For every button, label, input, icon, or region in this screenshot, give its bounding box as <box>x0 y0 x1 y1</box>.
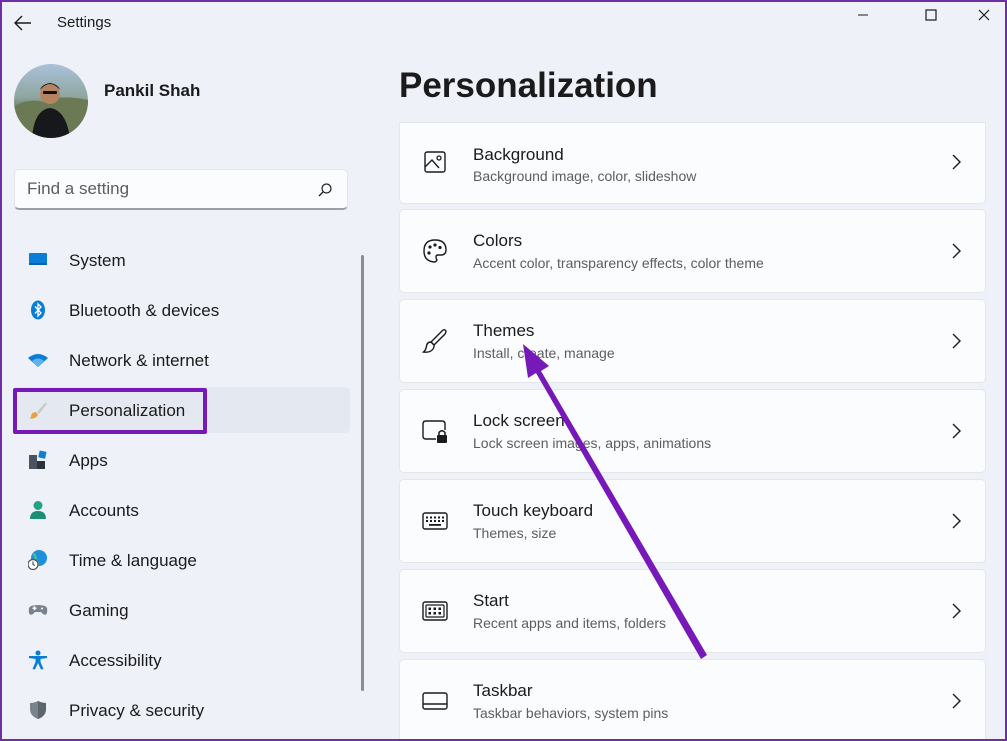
apps-icon <box>28 450 48 470</box>
start-icon <box>422 598 448 624</box>
gamepad-icon <box>28 600 48 620</box>
search-box[interactable] <box>14 169 348 210</box>
sidebar-item-time-language[interactable]: Time & language <box>14 537 350 583</box>
paintbrush-icon <box>422 328 448 354</box>
chevron-right-icon <box>952 693 961 709</box>
card-touch-keyboard[interactable]: Touch keyboard Themes, size <box>399 479 986 563</box>
chevron-right-icon <box>952 243 961 259</box>
search-icon[interactable] <box>317 182 333 198</box>
sidebar-nav: System Bluetooth & devices Network & int… <box>14 237 350 737</box>
app-title: Settings <box>57 14 112 31</box>
keyboard-icon <box>422 508 448 534</box>
card-title: Taskbar <box>473 681 533 700</box>
card-subtitle: Recent apps and items, folders <box>473 615 666 631</box>
sidebar-item-label: System <box>69 251 126 270</box>
bluetooth-icon <box>28 300 48 320</box>
back-button[interactable] <box>10 10 36 36</box>
card-subtitle: Install, create, manage <box>473 345 615 361</box>
sidebar-item-label: Bluetooth & devices <box>69 301 220 320</box>
search-input[interactable] <box>27 178 297 200</box>
card-title: Start <box>473 591 509 610</box>
card-lock-screen[interactable]: Lock screen Lock screen images, apps, an… <box>399 389 986 473</box>
chevron-right-icon <box>952 603 961 619</box>
sidebar-item-personalization[interactable]: Personalization <box>14 387 350 433</box>
card-themes[interactable]: Themes Install, create, manage <box>399 299 986 383</box>
card-subtitle: Taskbar behaviors, system pins <box>473 705 669 721</box>
card-title: Touch keyboard <box>473 501 594 520</box>
shield-icon <box>28 700 48 720</box>
card-subtitle: Accent color, transparency effects, colo… <box>473 255 764 271</box>
globe-clock-icon <box>28 550 48 570</box>
sidebar-item-label: Network & internet <box>69 351 209 370</box>
chevron-right-icon <box>952 423 961 439</box>
card-colors[interactable]: Colors Accent color, transparency effect… <box>399 209 986 293</box>
sidebar-item-accessibility[interactable]: Accessibility <box>14 637 350 683</box>
sidebar-item-accounts[interactable]: Accounts <box>14 487 350 533</box>
avatar-photo <box>14 83 88 138</box>
sidebar-item-label: Personalization <box>69 401 186 420</box>
card-title: Background <box>473 145 564 164</box>
sidebar-item-label: Gaming <box>69 601 129 620</box>
wifi-icon <box>28 350 48 370</box>
avatar <box>14 64 88 138</box>
sidebar-item-label: Accounts <box>69 501 139 520</box>
taskbar-icon <box>422 688 448 714</box>
lock-screen-icon <box>422 418 448 444</box>
sidebar-item-system[interactable]: System <box>14 237 350 283</box>
sidebar-item-bluetooth[interactable]: Bluetooth & devices <box>14 287 350 333</box>
person-icon <box>28 500 48 520</box>
card-title: Lock screen <box>473 411 565 430</box>
image-icon <box>422 149 448 175</box>
sidebar-item-label: Apps <box>69 451 108 470</box>
chevron-right-icon <box>952 154 961 170</box>
monitor-icon <box>28 250 48 270</box>
card-subtitle: Lock screen images, apps, animations <box>473 435 712 451</box>
sidebar-scrollbar[interactable] <box>361 255 364 691</box>
card-start[interactable]: Start Recent apps and items, folders <box>399 569 986 653</box>
sidebar-item-network[interactable]: Network & internet <box>14 337 350 383</box>
palette-icon <box>422 238 448 264</box>
card-background[interactable]: Background Background image, color, slid… <box>399 122 986 204</box>
sidebar-item-gaming[interactable]: Gaming <box>14 587 350 633</box>
sidebar-item-label: Privacy & security <box>69 701 205 720</box>
sidebar-item-apps[interactable]: Apps <box>14 437 350 483</box>
card-title: Themes <box>473 321 535 340</box>
card-subtitle: Themes, size <box>473 525 557 541</box>
card-title: Colors <box>473 231 523 250</box>
sidebar-item-label: Time & language <box>69 551 197 570</box>
card-subtitle: Background image, color, slideshow <box>473 168 697 184</box>
settings-card-list: Background Background image, color, slid… <box>399 0 986 741</box>
card-taskbar[interactable]: Taskbar Taskbar behaviors, system pins <box>399 659 986 741</box>
back-arrow-icon <box>14 15 31 31</box>
user-name: Pankil Shah <box>104 81 201 100</box>
brush-icon <box>28 400 48 420</box>
chevron-right-icon <box>952 513 961 529</box>
chevron-right-icon <box>952 333 961 349</box>
accessibility-icon <box>28 650 48 670</box>
sidebar-item-privacy[interactable]: Privacy & security <box>14 687 350 733</box>
sidebar-item-label: Accessibility <box>69 651 162 670</box>
